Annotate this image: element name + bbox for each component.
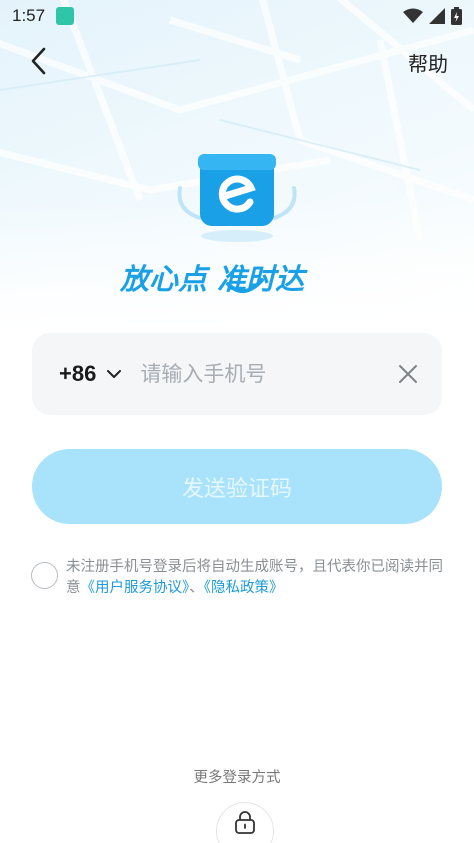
wifi-icon	[403, 8, 423, 23]
phone-input-row: +86	[32, 333, 442, 415]
country-code-selector[interactable]: +86	[59, 361, 122, 387]
agreement-text: 未注册手机号登录后将自动生成账号，且代表你已阅读并同意《用户服务协议》、《隐私政…	[66, 557, 446, 599]
chevron-down-icon	[107, 370, 122, 378]
status-bar: 1:57	[0, 0, 474, 34]
more-login-label: 更多登录方式	[193, 770, 281, 786]
phone-input[interactable]	[140, 354, 371, 394]
status-icons	[403, 7, 462, 25]
lock-icon	[235, 811, 255, 834]
back-button[interactable]	[22, 44, 54, 78]
slogan-text: 放心点 准时达	[119, 262, 308, 296]
country-code-label: +86	[59, 361, 97, 386]
app-logo-icon	[177, 154, 297, 242]
clear-icon[interactable]	[398, 364, 418, 384]
agreement-separator: 、	[189, 580, 204, 596]
signal-icon	[429, 8, 445, 24]
status-time: 1:57	[12, 6, 46, 25]
app-notification-icon	[56, 7, 74, 25]
user-agreement-link[interactable]: 《用户服务协议》	[81, 580, 190, 596]
agreement-checkbox[interactable]	[31, 562, 58, 589]
help-link[interactable]: 帮助	[408, 48, 448, 77]
password-login-button[interactable]	[216, 802, 274, 843]
privacy-policy-link[interactable]: 《隐私政策》	[204, 580, 284, 596]
chevron-left-icon	[31, 47, 46, 75]
battery-icon	[451, 7, 462, 25]
send-code-button[interactable]: 发送验证码	[32, 449, 442, 524]
brand-slogan: 放心点 准时达	[119, 262, 308, 296]
